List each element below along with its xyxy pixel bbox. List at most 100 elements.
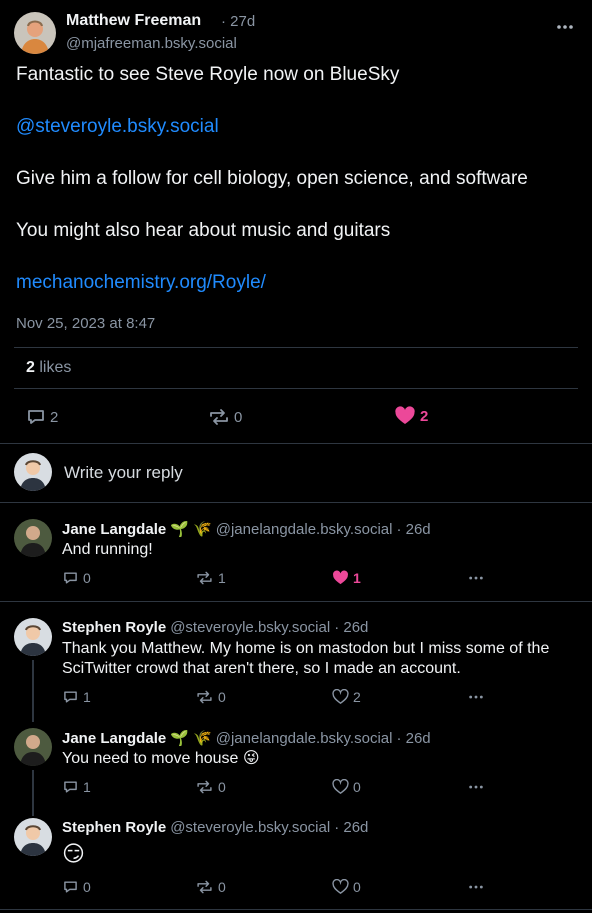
like-count: 2 (353, 689, 361, 705)
url-link[interactable]: mechanochemistry.org/Royle/ (16, 271, 266, 295)
heart-icon (395, 406, 415, 424)
reply-handle[interactable]: @steveroyle.bsky.social (170, 619, 330, 636)
like-count: 2 (420, 407, 429, 425)
mention-link[interactable]: @steveroyle.bsky.social (16, 115, 219, 139)
more-icon[interactable] (467, 570, 485, 586)
repost-button[interactable]: 1 (195, 570, 226, 586)
reply-icon (64, 691, 77, 703)
like-button[interactable]: 0 (332, 879, 361, 895)
reply-author[interactable]: Jane Langdale (62, 521, 166, 538)
reply-button[interactable]: 1 (62, 689, 91, 705)
reply-button[interactable]: 2 (26, 407, 58, 427)
post-text-line: Fantastic to see Steve Royle now on Blue… (16, 64, 400, 85)
divider (14, 347, 578, 348)
author-name[interactable]: Matthew Freeman (66, 12, 201, 30)
like-count: 0 (353, 879, 361, 895)
heart-icon (332, 689, 349, 705)
divider (0, 601, 592, 602)
repost-icon (197, 880, 212, 894)
thread-line (32, 770, 34, 816)
heart-icon (332, 879, 349, 895)
reply-time: · 26d (396, 520, 431, 538)
repost-icon (210, 409, 228, 425)
reply-emojis: 🌱 🌾 (170, 521, 212, 538)
reply-text: You need to move house 😜 (62, 750, 260, 767)
reply-count: 0 (83, 879, 91, 895)
reply-header: Jane Langdale 🌱 🌾 @janelangdale.bsky.soc… (62, 520, 431, 539)
reply-button[interactable]: 1 (62, 779, 91, 795)
reply-handle[interactable]: @steveroyle.bsky.social (170, 819, 330, 836)
divider (0, 502, 592, 503)
reply-icon (28, 410, 44, 424)
reply-header: Stephen Royle @steveroyle.bsky.social · … (62, 819, 368, 836)
reply-text: And running! (62, 541, 153, 558)
user-avatar (14, 453, 52, 491)
repost-count: 0 (234, 408, 243, 426)
reply-text-line: Thank you Matthew. My home is on mastodo… (62, 640, 550, 657)
like-button[interactable]: 2 (394, 406, 428, 426)
likes-count: 2 (26, 359, 35, 376)
post-text-line: Give him a follow for cell biology, open… (16, 168, 528, 189)
reply-text: Thank you Matthew. My home is on mastodo… (62, 639, 549, 679)
like-count: 0 (353, 779, 361, 795)
reply-header: Stephen Royle @steveroyle.bsky.social · … (62, 619, 368, 636)
reply-icon (64, 572, 77, 584)
thread-line (32, 660, 34, 722)
reply-count: 1 (83, 779, 91, 795)
more-icon[interactable] (467, 689, 485, 705)
reply-emojis: 🌱 🌾 (170, 730, 212, 747)
reply-avatar[interactable] (14, 519, 52, 557)
divider (0, 909, 592, 910)
reply-text-line: SciTwitter crowd that aren't there, so I… (62, 660, 461, 677)
repost-count: 0 (218, 779, 226, 795)
reply-avatar[interactable] (14, 818, 52, 856)
repost-button[interactable]: 0 (195, 879, 226, 895)
reply-avatar[interactable] (14, 618, 52, 656)
reply-time: · 26d (334, 819, 369, 836)
repost-button[interactable]: 0 (195, 779, 226, 795)
reply-button[interactable]: 0 (62, 570, 91, 586)
likes-label: likes (39, 359, 72, 376)
like-button[interactable]: 2 (332, 689, 361, 705)
reply-header: Jane Langdale 🌱 🌾 @janelangdale.bsky.soc… (62, 729, 431, 748)
repost-count: 0 (218, 689, 226, 705)
reply-author[interactable]: Stephen Royle (62, 619, 166, 636)
author-avatar[interactable] (14, 12, 56, 54)
like-button[interactable]: 0 (332, 779, 361, 795)
reply-button[interactable]: 0 (62, 879, 91, 895)
reply-time: · 26d (334, 619, 369, 636)
reply-count: 1 (83, 689, 91, 705)
reply-icon (64, 881, 77, 893)
reply-handle[interactable]: @janelangdale.bsky.social (216, 730, 393, 747)
reply-time: · 26d (396, 729, 431, 747)
reply-text: 😏 (62, 841, 85, 866)
reply-count: 0 (83, 570, 91, 586)
likes-summary[interactable]: 2 likes (26, 359, 71, 377)
reply-author[interactable]: Jane Langdale (62, 730, 166, 747)
reply-author[interactable]: Stephen Royle (62, 819, 166, 836)
reply-count: 2 (50, 408, 59, 426)
reply-avatar[interactable] (14, 728, 52, 766)
repost-icon (197, 780, 212, 794)
reply-icon (64, 781, 77, 793)
repost-button[interactable]: 0 (208, 407, 242, 427)
reply-input[interactable]: Write your reply (64, 463, 183, 483)
heart-icon (333, 570, 348, 585)
divider (0, 443, 592, 444)
repost-count: 1 (218, 570, 226, 586)
post-text-line: You might also hear about music and guit… (16, 220, 391, 241)
repost-button[interactable]: 0 (195, 689, 226, 705)
like-button[interactable]: 1 (332, 570, 361, 586)
repost-icon (197, 571, 212, 585)
post-date: Nov 25, 2023 at 8:47 (16, 315, 156, 332)
repost-icon (197, 690, 212, 704)
repost-count: 0 (218, 879, 226, 895)
heart-icon (332, 779, 349, 795)
divider (14, 388, 578, 389)
like-count: 1 (353, 570, 361, 586)
more-icon[interactable] (556, 18, 574, 36)
author-handle[interactable]: @mjafreeman.bsky.social (66, 35, 237, 52)
more-icon[interactable] (467, 779, 485, 795)
more-icon[interactable] (467, 879, 485, 895)
reply-handle[interactable]: @janelangdale.bsky.social (216, 521, 393, 538)
